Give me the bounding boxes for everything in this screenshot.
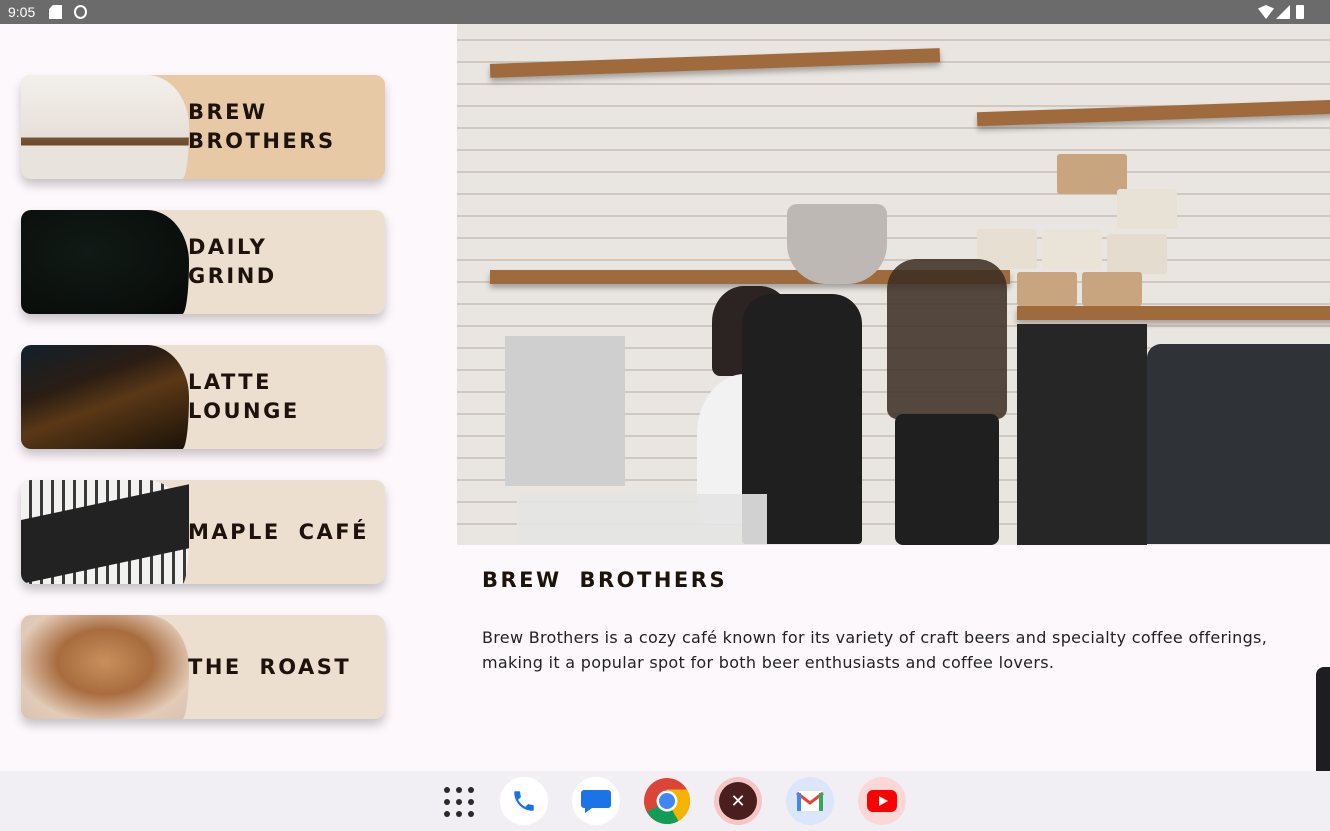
espresso-machine [1147,344,1330,544]
grinder-hopper [887,259,1007,419]
coffee-bag [1017,272,1077,306]
cafe-thumbnail [21,480,189,584]
coffee-bag [1082,272,1142,306]
cafe-card-name: Daily Grind [188,235,277,288]
shelf [1017,306,1330,320]
cafe-card-latte-lounge[interactable]: Latte Lounge [21,345,385,449]
grinder [895,414,999,545]
gmail-app-icon[interactable] [786,777,834,825]
chrome-app-icon[interactable] [643,777,691,825]
coffee-bag [1042,229,1102,269]
youtube-app-icon[interactable] [858,777,906,825]
coffee-bag [1057,154,1127,194]
coffee-bag [1107,234,1167,274]
restaurant-app-icon[interactable]: ✕ [714,777,762,825]
cafe-card-name: Latte Lounge [188,370,300,423]
sd-card-icon [49,5,62,19]
espresso-machine [1017,324,1147,545]
cafe-thumbnail [21,210,189,314]
cafe-card-the-roast[interactable]: The Roast [21,615,385,719]
signal-icon [1276,5,1290,19]
cafe-thumbnail [21,615,189,719]
cafe-card-brew-brothers[interactable]: Brew Brothers [21,75,385,179]
cafe-card-maple-cafe[interactable]: Maple Café [21,480,385,584]
cafe-hero-image [457,24,1330,545]
coffee-bag [1117,189,1177,229]
brewer [505,336,625,486]
cafe-thumbnail [21,345,189,449]
detail-title: Brew Brothers [482,568,728,592]
cafe-card-name: Brew Brothers [188,100,336,153]
battery-icon [1296,5,1304,19]
all-apps-icon[interactable] [444,787,474,817]
wifi-icon [1258,5,1274,19]
counter-items [517,494,767,545]
cafe-card-daily-grind[interactable]: Daily Grind [21,210,385,314]
face-icon [74,5,87,19]
status-bar: 9:05 [0,0,1330,24]
cafe-card-name: The Roast [188,654,352,679]
cafe-thumbnail [21,75,189,179]
cafe-card-name: Maple Café [188,519,369,544]
phone-app-icon[interactable] [500,777,548,825]
detail-description: Brew Brothers is a cozy café known for i… [482,628,1268,672]
grinder-hopper [787,204,887,284]
messages-app-icon[interactable] [572,777,620,825]
status-time: 9:05 [8,4,36,20]
